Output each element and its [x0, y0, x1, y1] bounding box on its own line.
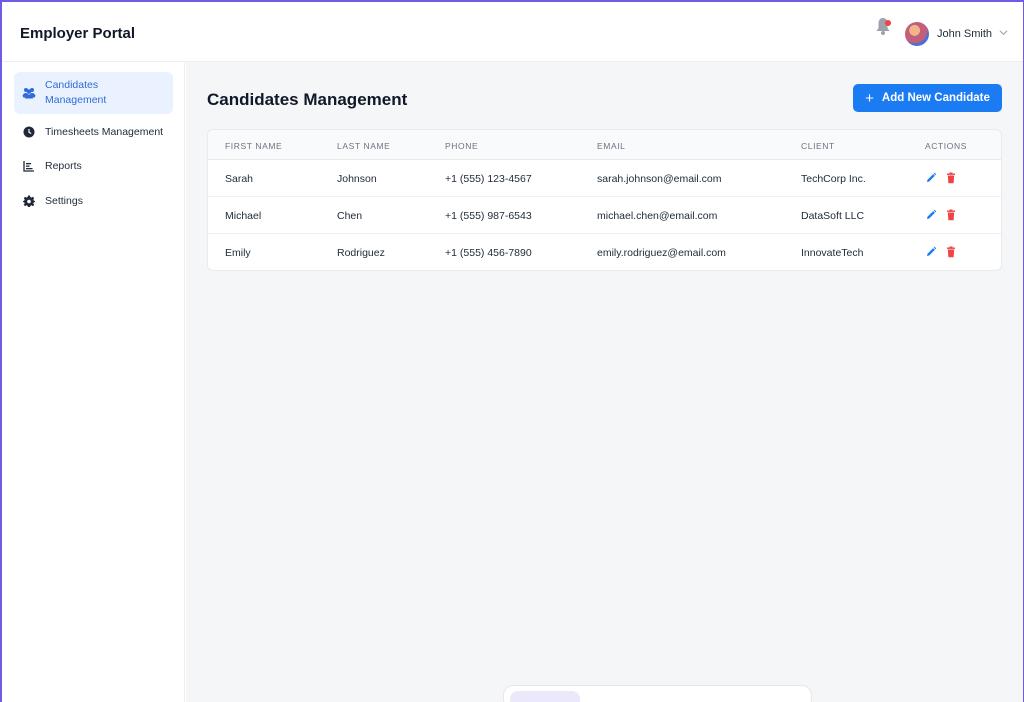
column-header-email[interactable]: EMAIL	[597, 141, 626, 151]
sidebar-item-label: Timesheets Management	[45, 126, 164, 138]
user-name[interactable]: John Smith	[937, 28, 992, 40]
top-bar: Employer Portal	[2, 8, 1023, 62]
cell-first-name: Sarah	[225, 173, 254, 185]
cell-last-name: Chen	[337, 210, 363, 222]
table-row[interactable]: Sarah Johnson +1 (555) 123-4567 sarah.jo…	[208, 160, 1001, 197]
cell-phone: +1 (555) 123-4567	[445, 173, 532, 185]
cell-client: InnovateTech	[801, 247, 864, 259]
cell-email: emily.rodriguez@email.com	[597, 247, 726, 259]
users-icon	[22, 86, 36, 100]
edit-icon[interactable]	[925, 172, 937, 184]
cell-phone: +1 (555) 456-7890	[445, 247, 532, 259]
cell-first-name: Emily	[225, 247, 251, 259]
gear-icon	[22, 194, 36, 208]
sidebar-item-timesheets[interactable]: Timesheets Management	[14, 123, 173, 141]
delete-icon[interactable]	[945, 246, 957, 258]
sidebar-item-candidates[interactable]: Candidates Management	[14, 72, 173, 114]
table-row[interactable]: Emily Rodriguez +1 (555) 456-7890 emily.…	[208, 234, 1001, 270]
avatar[interactable]	[905, 22, 929, 46]
page-title: Candidates Management	[207, 90, 408, 109]
cell-email: sarah.johnson@email.com	[597, 173, 722, 185]
chart-icon	[22, 159, 36, 173]
chevron-down-icon[interactable]	[999, 28, 1008, 37]
edit-icon[interactable]	[925, 209, 937, 221]
delete-icon[interactable]	[945, 172, 957, 184]
clock-icon	[22, 125, 36, 139]
column-header-actions: ACTIONS	[925, 141, 967, 151]
table-row[interactable]: Michael Chen +1 (555) 987-6543 michael.c…	[208, 197, 1001, 234]
candidates-table: FIRST NAME LAST NAME PHONE EMAIL CLIENT …	[207, 129, 1002, 271]
bell-icon[interactable]	[874, 16, 892, 36]
sidebar-item-label: Reports	[45, 160, 82, 172]
notification-dot	[885, 20, 891, 26]
table-header: FIRST NAME LAST NAME PHONE EMAIL CLIENT …	[208, 130, 1001, 160]
column-header-first-name[interactable]: FIRST NAME	[225, 141, 282, 151]
floating-toolbar-tab[interactable]	[510, 691, 580, 702]
sidebar-item-settings[interactable]: Settings	[14, 192, 173, 210]
cell-client: TechCorp Inc.	[801, 173, 866, 185]
sidebar-item-reports[interactable]: Reports	[14, 157, 173, 175]
column-header-last-name[interactable]: LAST NAME	[337, 141, 390, 151]
cell-phone: +1 (555) 987-6543	[445, 210, 532, 222]
app-title: Employer Portal	[20, 25, 136, 42]
cell-email: michael.chen@email.com	[597, 210, 718, 222]
sidebar-item-label: Candidates Management	[45, 79, 107, 106]
edit-icon[interactable]	[925, 246, 937, 258]
plus-icon: +	[865, 89, 874, 107]
column-header-client[interactable]: CLIENT	[801, 141, 835, 151]
add-candidate-button[interactable]: + Add New Candidate	[853, 84, 1002, 112]
delete-icon[interactable]	[945, 209, 957, 221]
cell-last-name: Johnson	[337, 173, 377, 185]
cell-last-name: Rodriguez	[337, 247, 385, 259]
main-content: Candidates Management + Add New Candidat…	[186, 62, 1023, 702]
column-header-phone[interactable]: PHONE	[445, 141, 478, 151]
sidebar: Candidates Management Timesheets Managem…	[2, 62, 185, 702]
floating-toolbar[interactable]	[503, 685, 812, 702]
cell-first-name: Michael	[225, 210, 262, 222]
sidebar-item-label: Settings	[45, 195, 83, 207]
cell-client: DataSoft LLC	[801, 210, 865, 222]
add-candidate-label: Add New Candidate	[881, 92, 990, 104]
